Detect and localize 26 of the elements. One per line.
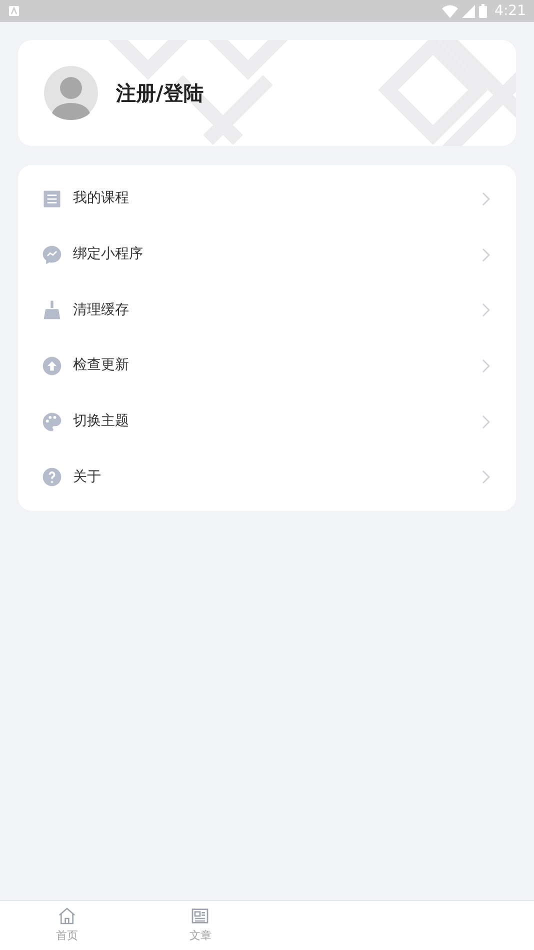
wifi-icon (442, 4, 458, 18)
battery-icon (478, 4, 487, 18)
signal-icon (462, 4, 475, 18)
menu-item[interactable]: 绑定小程序 (18, 226, 516, 282)
chevron-right-icon (482, 192, 490, 206)
menu-item[interactable]: 清理缓存 (18, 282, 516, 338)
newspaper-icon (190, 906, 210, 926)
help-icon (41, 466, 63, 488)
chevron-right-icon (482, 414, 490, 429)
chevron-right-icon (482, 358, 490, 373)
menu-item[interactable]: 我的课程 (18, 171, 516, 227)
chat-bubble-icon (41, 244, 63, 266)
avatar-icon (44, 66, 98, 120)
chevron-right-icon (482, 303, 490, 318)
menu-item[interactable]: 切换主题 (18, 394, 516, 450)
upload-icon (41, 354, 63, 377)
menu-item[interactable]: 检查更新 (18, 338, 516, 394)
menu-item[interactable]: 关于 (18, 449, 516, 506)
notification-icon (8, 5, 20, 17)
home-icon (56, 906, 77, 926)
chevron-right-icon (482, 248, 490, 262)
login-title: 注册/登陆 (116, 80, 204, 107)
palette-icon (41, 410, 63, 433)
broom-icon (41, 299, 63, 322)
chevron-right-icon (482, 470, 490, 484)
profile-card[interactable]: 注册/登陆 (18, 40, 516, 146)
